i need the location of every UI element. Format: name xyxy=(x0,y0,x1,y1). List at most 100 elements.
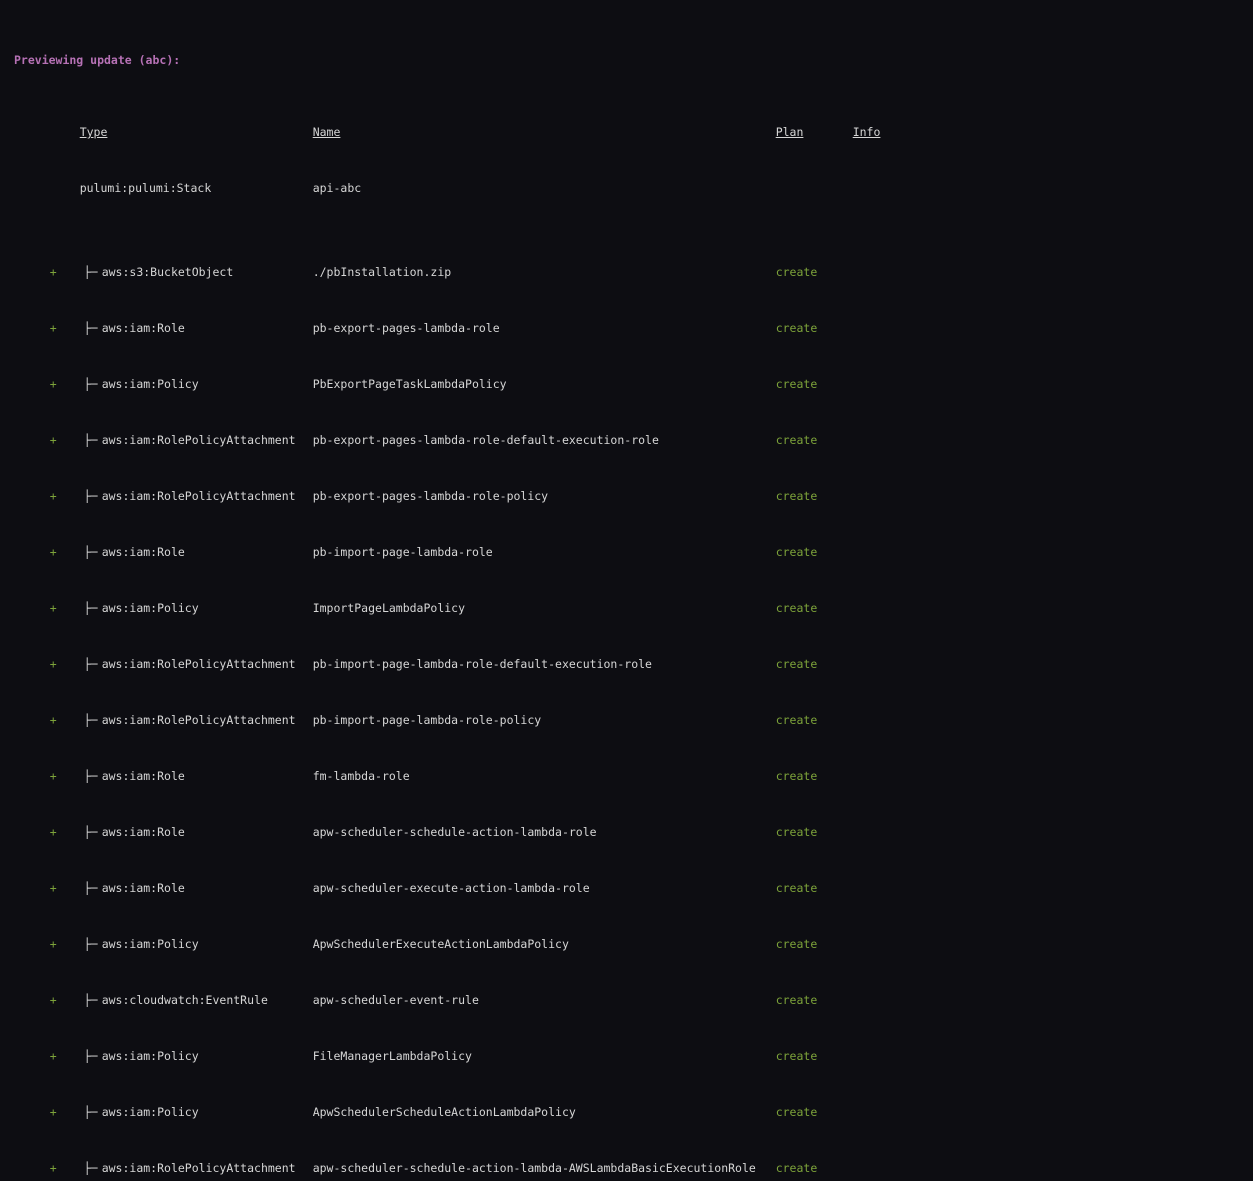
resource-type: aws:iam:Role xyxy=(102,825,313,839)
resource-name: ImportPageLambdaPolicy xyxy=(313,601,776,615)
resource-name: apw-scheduler-schedule-action-lambda-AWS… xyxy=(313,1161,776,1175)
table-row: +├─aws:iam:PolicyPbExportPageTaskLambdaP… xyxy=(0,363,1253,377)
resource-type: aws:iam:RolePolicyAttachment xyxy=(102,657,313,671)
resource-type: aws:iam:Policy xyxy=(102,1105,313,1119)
resource-type: aws:s3:BucketObject xyxy=(102,265,313,279)
table-row: +├─aws:iam:Rolepb-import-page-lambda-rol… xyxy=(0,531,1253,545)
table-row: +├─aws:iam:RolePolicyAttachmentpb-import… xyxy=(0,643,1253,657)
resource-type: aws:iam:Role xyxy=(102,545,313,559)
op-symbol: + xyxy=(28,265,84,279)
resource-type: aws:iam:RolePolicyAttachment xyxy=(102,489,313,503)
op-symbol: + xyxy=(28,713,84,727)
op-symbol: + xyxy=(28,1105,84,1119)
op-symbol: + xyxy=(28,1161,84,1175)
resource-plan: create xyxy=(776,1161,853,1175)
tree-branch-icon: ├─ xyxy=(84,825,102,839)
stack-row: pulumi:pulumi:Stackapi-abc xyxy=(0,167,1253,181)
column-header-type: Type xyxy=(28,125,313,139)
resource-name: apw-scheduler-schedule-action-lambda-rol… xyxy=(313,825,776,839)
resource-plan: create xyxy=(776,377,853,391)
tree-branch-icon: ├─ xyxy=(84,601,102,615)
op-symbol: + xyxy=(28,545,84,559)
tree-branch-icon: ├─ xyxy=(84,713,102,727)
resource-type: aws:iam:Policy xyxy=(102,601,313,615)
op-symbol: + xyxy=(28,321,84,335)
table-column-headers: TypeNamePlanInfo xyxy=(0,111,1253,125)
tree-branch-icon: ├─ xyxy=(84,433,102,447)
tree-branch-icon: ├─ xyxy=(84,489,102,503)
table-row: +├─aws:iam:RolePolicyAttachmentpb-import… xyxy=(0,699,1253,713)
table-row: +├─aws:iam:PolicyApwSchedulerExecuteActi… xyxy=(0,923,1253,937)
tree-branch-icon: ├─ xyxy=(84,1049,102,1063)
resource-plan: create xyxy=(776,433,853,447)
stack-type: pulumi:pulumi:Stack xyxy=(28,181,313,195)
preview-title: Previewing update (abc): xyxy=(14,53,180,67)
table-row: +├─aws:iam:Rolepb-export-pages-lambda-ro… xyxy=(0,307,1253,321)
op-symbol: + xyxy=(28,377,84,391)
resource-type: aws:iam:Role xyxy=(102,881,313,895)
resource-name: pb-import-page-lambda-role xyxy=(313,545,776,559)
table-row: +├─aws:iam:PolicyImportPageLambdaPolicyc… xyxy=(0,587,1253,601)
resource-name: apw-scheduler-event-rule xyxy=(313,993,776,1007)
resource-name: FileManagerLambdaPolicy xyxy=(313,1049,776,1063)
tree-branch-icon: ├─ xyxy=(84,657,102,671)
op-symbol: + xyxy=(28,433,84,447)
resource-plan: create xyxy=(776,1049,853,1063)
resource-type: aws:iam:Policy xyxy=(102,377,313,391)
table-row: +├─aws:iam:Roleapw-scheduler-schedule-ac… xyxy=(0,811,1253,825)
table-row: +├─aws:iam:PolicyApwSchedulerScheduleAct… xyxy=(0,1091,1253,1105)
resource-name: pb-export-pages-lambda-role xyxy=(313,321,776,335)
table-row: +├─aws:iam:RolePolicyAttachmentpb-export… xyxy=(0,475,1253,489)
resource-plan: create xyxy=(776,657,853,671)
resource-name: fm-lambda-role xyxy=(313,769,776,783)
op-symbol: + xyxy=(28,601,84,615)
resource-type: aws:iam:Policy xyxy=(102,937,313,951)
resource-plan: create xyxy=(776,881,853,895)
table-row: +├─aws:s3:BucketObject./pbInstallation.z… xyxy=(0,251,1253,265)
resource-type: aws:iam:RolePolicyAttachment xyxy=(102,433,313,447)
resource-plan: create xyxy=(776,321,853,335)
resource-plan: create xyxy=(776,545,853,559)
resource-type: aws:iam:RolePolicyAttachment xyxy=(102,713,313,727)
tree-branch-icon: ├─ xyxy=(84,937,102,951)
resource-plan: create xyxy=(776,489,853,503)
resource-type: aws:iam:Role xyxy=(102,321,313,335)
preview-header: Previewing update (abc): xyxy=(0,53,1253,67)
resource-plan: create xyxy=(776,1105,853,1119)
op-symbol: + xyxy=(28,937,84,951)
resource-plan: create xyxy=(776,601,853,615)
resource-name: apw-scheduler-execute-action-lambda-role xyxy=(313,881,776,895)
resource-plan: create xyxy=(776,769,853,783)
resource-plan: create xyxy=(776,265,853,279)
tree-branch-icon: ├─ xyxy=(84,1161,102,1175)
terminal-window[interactable]: Previewing update (abc): TypeNamePlanInf… xyxy=(0,0,1253,1181)
table-row: +├─aws:iam:Rolefm-lambda-rolecreate xyxy=(0,755,1253,769)
op-symbol: + xyxy=(28,489,84,503)
op-symbol: + xyxy=(28,993,84,1007)
column-header-plan: Plan xyxy=(776,125,853,139)
tree-branch-icon: ├─ xyxy=(84,545,102,559)
resource-name: ApwSchedulerExecuteActionLambdaPolicy xyxy=(313,937,776,951)
table-row: +├─aws:cloudwatch:EventRuleapw-scheduler… xyxy=(0,979,1253,993)
tree-branch-icon: ├─ xyxy=(84,321,102,335)
tree-branch-icon: ├─ xyxy=(84,769,102,783)
tree-branch-icon: ├─ xyxy=(84,377,102,391)
resource-table: +├─aws:s3:BucketObject./pbInstallation.z… xyxy=(0,223,1253,1181)
column-header-info: Info xyxy=(853,125,881,139)
resource-name: ./pbInstallation.zip xyxy=(313,265,776,279)
resource-name: pb-export-pages-lambda-role-default-exec… xyxy=(313,433,776,447)
resource-name: pb-import-page-lambda-role-policy xyxy=(313,713,776,727)
resource-plan: create xyxy=(776,713,853,727)
resource-plan: create xyxy=(776,937,853,951)
resource-plan: create xyxy=(776,993,853,1007)
resource-name: ApwSchedulerScheduleActionLambdaPolicy xyxy=(313,1105,776,1119)
resource-name: PbExportPageTaskLambdaPolicy xyxy=(313,377,776,391)
op-symbol: + xyxy=(28,881,84,895)
resource-type: aws:cloudwatch:EventRule xyxy=(102,993,313,1007)
resource-type: aws:iam:Role xyxy=(102,769,313,783)
resource-type: aws:iam:Policy xyxy=(102,1049,313,1063)
resource-name: pb-import-page-lambda-role-default-execu… xyxy=(313,657,776,671)
resource-type: aws:iam:RolePolicyAttachment xyxy=(102,1161,313,1175)
op-symbol: + xyxy=(28,769,84,783)
table-row: +├─aws:iam:RolePolicyAttachmentpb-export… xyxy=(0,419,1253,433)
